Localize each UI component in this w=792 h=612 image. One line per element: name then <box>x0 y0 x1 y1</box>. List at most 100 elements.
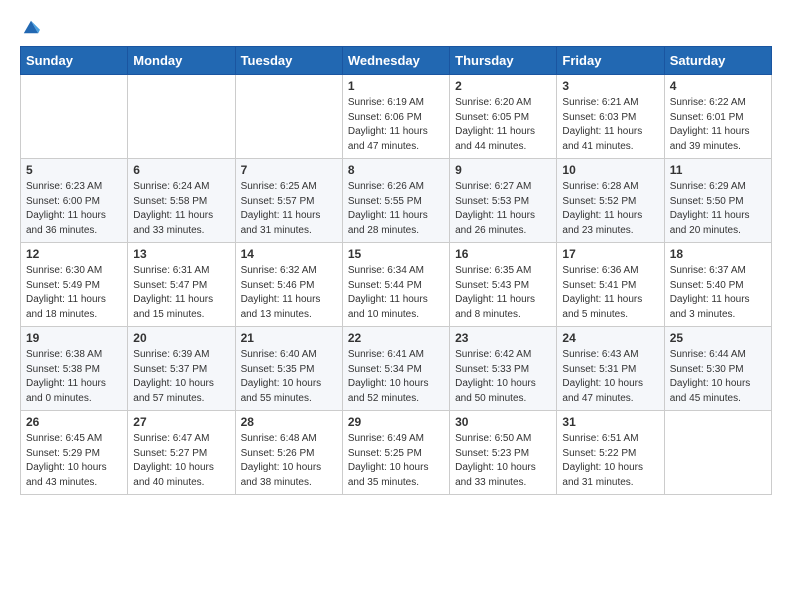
day-info: Sunrise: 6:51 AM Sunset: 5:22 PM Dayligh… <box>562 432 658 490</box>
calendar-table: SundayMondayTuesdayWednesdayThursdayFrid… <box>20 46 772 495</box>
day-number: 26 <box>26 415 122 429</box>
calendar-day-header: Tuesday <box>235 47 342 75</box>
day-number: 27 <box>133 415 229 429</box>
day-info: Sunrise: 6:30 AM Sunset: 5:49 PM Dayligh… <box>26 264 122 322</box>
calendar-cell: 19 Sunrise: 6:38 AM Sunset: 5:38 PM Dayli… <box>21 327 128 411</box>
day-info: Sunrise: 6:25 AM Sunset: 5:57 PM Dayligh… <box>241 180 337 238</box>
logo <box>20 18 40 36</box>
calendar-week-row: 19 Sunrise: 6:38 AM Sunset: 5:38 PM Dayli… <box>21 327 772 411</box>
day-number: 16 <box>455 247 551 261</box>
day-number: 14 <box>241 247 337 261</box>
day-number: 11 <box>670 163 766 177</box>
calendar-cell: 30 Sunrise: 6:50 AM Sunset: 5:23 PM Dayli… <box>450 411 557 495</box>
day-number: 3 <box>562 79 658 93</box>
day-number: 10 <box>562 163 658 177</box>
calendar-cell: 16Sunrise: 6:35 AM Sunset: 5:43 PM Dayli… <box>450 243 557 327</box>
day-info: Sunrise: 6:28 AM Sunset: 5:52 PM Dayligh… <box>562 180 658 238</box>
calendar-cell: 1 Sunrise: 6:19 AM Sunset: 6:06 PM Daylig… <box>342 75 449 159</box>
day-info: Sunrise: 6:49 AM Sunset: 5:25 PM Dayligh… <box>348 432 444 490</box>
calendar-cell: 18 Sunrise: 6:37 AM Sunset: 5:40 PM Dayli… <box>664 243 771 327</box>
day-number: 1 <box>348 79 444 93</box>
day-info: Sunrise: 6:44 AM Sunset: 5:30 PM Dayligh… <box>670 348 766 406</box>
day-info: Sunrise: 6:21 AM Sunset: 6:03 PM Dayligh… <box>562 96 658 154</box>
page: SundayMondayTuesdayWednesdayThursdayFrid… <box>0 0 792 513</box>
day-info: Sunrise: 6:48 AM Sunset: 5:26 PM Dayligh… <box>241 432 337 490</box>
day-number: 25 <box>670 331 766 345</box>
calendar-cell: 8 Sunrise: 6:26 AM Sunset: 5:55 PM Daylig… <box>342 159 449 243</box>
day-info: Sunrise: 6:20 AM Sunset: 6:05 PM Dayligh… <box>455 96 551 154</box>
day-number: 18 <box>670 247 766 261</box>
day-info: Sunrise: 6:50 AM Sunset: 5:23 PM Dayligh… <box>455 432 551 490</box>
day-number: 23 <box>455 331 551 345</box>
logo-icon <box>22 18 40 36</box>
calendar-cell: 11 Sunrise: 6:29 AM Sunset: 5:50 PM Dayli… <box>664 159 771 243</box>
day-number: 31 <box>562 415 658 429</box>
day-info: Sunrise: 6:43 AM Sunset: 5:31 PM Dayligh… <box>562 348 658 406</box>
day-info: Sunrise: 6:29 AM Sunset: 5:50 PM Dayligh… <box>670 180 766 238</box>
calendar-cell: 13 Sunrise: 6:31 AM Sunset: 5:47 PM Dayli… <box>128 243 235 327</box>
day-number: 6 <box>133 163 229 177</box>
calendar-cell: 28 Sunrise: 6:48 AM Sunset: 5:26 PM Dayli… <box>235 411 342 495</box>
calendar-cell <box>21 75 128 159</box>
header <box>20 18 772 36</box>
calendar-cell: 2Sunrise: 6:20 AM Sunset: 6:05 PM Daylig… <box>450 75 557 159</box>
calendar-cell: 10 Sunrise: 6:28 AM Sunset: 5:52 PM Dayli… <box>557 159 664 243</box>
calendar-cell: 6Sunrise: 6:24 AM Sunset: 5:58 PM Daylig… <box>128 159 235 243</box>
day-number: 28 <box>241 415 337 429</box>
calendar-day-header: Thursday <box>450 47 557 75</box>
day-number: 13 <box>133 247 229 261</box>
day-info: Sunrise: 6:41 AM Sunset: 5:34 PM Dayligh… <box>348 348 444 406</box>
calendar-cell: 20Sunrise: 6:39 AM Sunset: 5:37 PM Dayli… <box>128 327 235 411</box>
day-number: 22 <box>348 331 444 345</box>
calendar-cell: 5 Sunrise: 6:23 AM Sunset: 6:00 PM Daylig… <box>21 159 128 243</box>
calendar-cell: 3 Sunrise: 6:21 AM Sunset: 6:03 PM Daylig… <box>557 75 664 159</box>
calendar-cell: 22 Sunrise: 6:41 AM Sunset: 5:34 PM Dayli… <box>342 327 449 411</box>
calendar-day-header: Sunday <box>21 47 128 75</box>
day-info: Sunrise: 6:38 AM Sunset: 5:38 PM Dayligh… <box>26 348 122 406</box>
day-number: 29 <box>348 415 444 429</box>
calendar-cell: 23Sunrise: 6:42 AM Sunset: 5:33 PM Dayli… <box>450 327 557 411</box>
day-number: 8 <box>348 163 444 177</box>
calendar-cell: 15 Sunrise: 6:34 AM Sunset: 5:44 PM Dayli… <box>342 243 449 327</box>
day-number: 24 <box>562 331 658 345</box>
calendar-cell: 17Sunrise: 6:36 AM Sunset: 5:41 PM Dayli… <box>557 243 664 327</box>
day-number: 5 <box>26 163 122 177</box>
calendar-cell <box>664 411 771 495</box>
day-number: 19 <box>26 331 122 345</box>
calendar-cell: 27 Sunrise: 6:47 AM Sunset: 5:27 PM Dayli… <box>128 411 235 495</box>
day-number: 21 <box>241 331 337 345</box>
calendar-cell: 24 Sunrise: 6:43 AM Sunset: 5:31 PM Dayli… <box>557 327 664 411</box>
calendar-header-row: SundayMondayTuesdayWednesdayThursdayFrid… <box>21 47 772 75</box>
day-number: 20 <box>133 331 229 345</box>
day-info: Sunrise: 6:40 AM Sunset: 5:35 PM Dayligh… <box>241 348 337 406</box>
day-number: 4 <box>670 79 766 93</box>
calendar-cell: 14Sunrise: 6:32 AM Sunset: 5:46 PM Dayli… <box>235 243 342 327</box>
calendar-day-header: Monday <box>128 47 235 75</box>
day-info: Sunrise: 6:31 AM Sunset: 5:47 PM Dayligh… <box>133 264 229 322</box>
day-number: 12 <box>26 247 122 261</box>
day-info: Sunrise: 6:23 AM Sunset: 6:00 PM Dayligh… <box>26 180 122 238</box>
calendar-cell: 26 Sunrise: 6:45 AM Sunset: 5:29 PM Dayli… <box>21 411 128 495</box>
day-info: Sunrise: 6:36 AM Sunset: 5:41 PM Dayligh… <box>562 264 658 322</box>
day-number: 9 <box>455 163 551 177</box>
day-number: 30 <box>455 415 551 429</box>
calendar-cell: 4Sunrise: 6:22 AM Sunset: 6:01 PM Daylig… <box>664 75 771 159</box>
day-info: Sunrise: 6:34 AM Sunset: 5:44 PM Dayligh… <box>348 264 444 322</box>
day-number: 7 <box>241 163 337 177</box>
calendar-week-row: 1 Sunrise: 6:19 AM Sunset: 6:06 PM Daylig… <box>21 75 772 159</box>
calendar-day-header: Saturday <box>664 47 771 75</box>
calendar-week-row: 5 Sunrise: 6:23 AM Sunset: 6:00 PM Daylig… <box>21 159 772 243</box>
day-info: Sunrise: 6:45 AM Sunset: 5:29 PM Dayligh… <box>26 432 122 490</box>
calendar-cell: 31 Sunrise: 6:51 AM Sunset: 5:22 PM Dayli… <box>557 411 664 495</box>
calendar-cell: 7 Sunrise: 6:25 AM Sunset: 5:57 PM Daylig… <box>235 159 342 243</box>
calendar-cell: 29 Sunrise: 6:49 AM Sunset: 5:25 PM Dayli… <box>342 411 449 495</box>
day-number: 15 <box>348 247 444 261</box>
calendar-cell <box>128 75 235 159</box>
day-info: Sunrise: 6:37 AM Sunset: 5:40 PM Dayligh… <box>670 264 766 322</box>
calendar-day-header: Wednesday <box>342 47 449 75</box>
calendar-cell: 21 Sunrise: 6:40 AM Sunset: 5:35 PM Dayli… <box>235 327 342 411</box>
day-info: Sunrise: 6:19 AM Sunset: 6:06 PM Dayligh… <box>348 96 444 154</box>
day-info: Sunrise: 6:47 AM Sunset: 5:27 PM Dayligh… <box>133 432 229 490</box>
calendar-cell: 12 Sunrise: 6:30 AM Sunset: 5:49 PM Dayli… <box>21 243 128 327</box>
day-info: Sunrise: 6:26 AM Sunset: 5:55 PM Dayligh… <box>348 180 444 238</box>
